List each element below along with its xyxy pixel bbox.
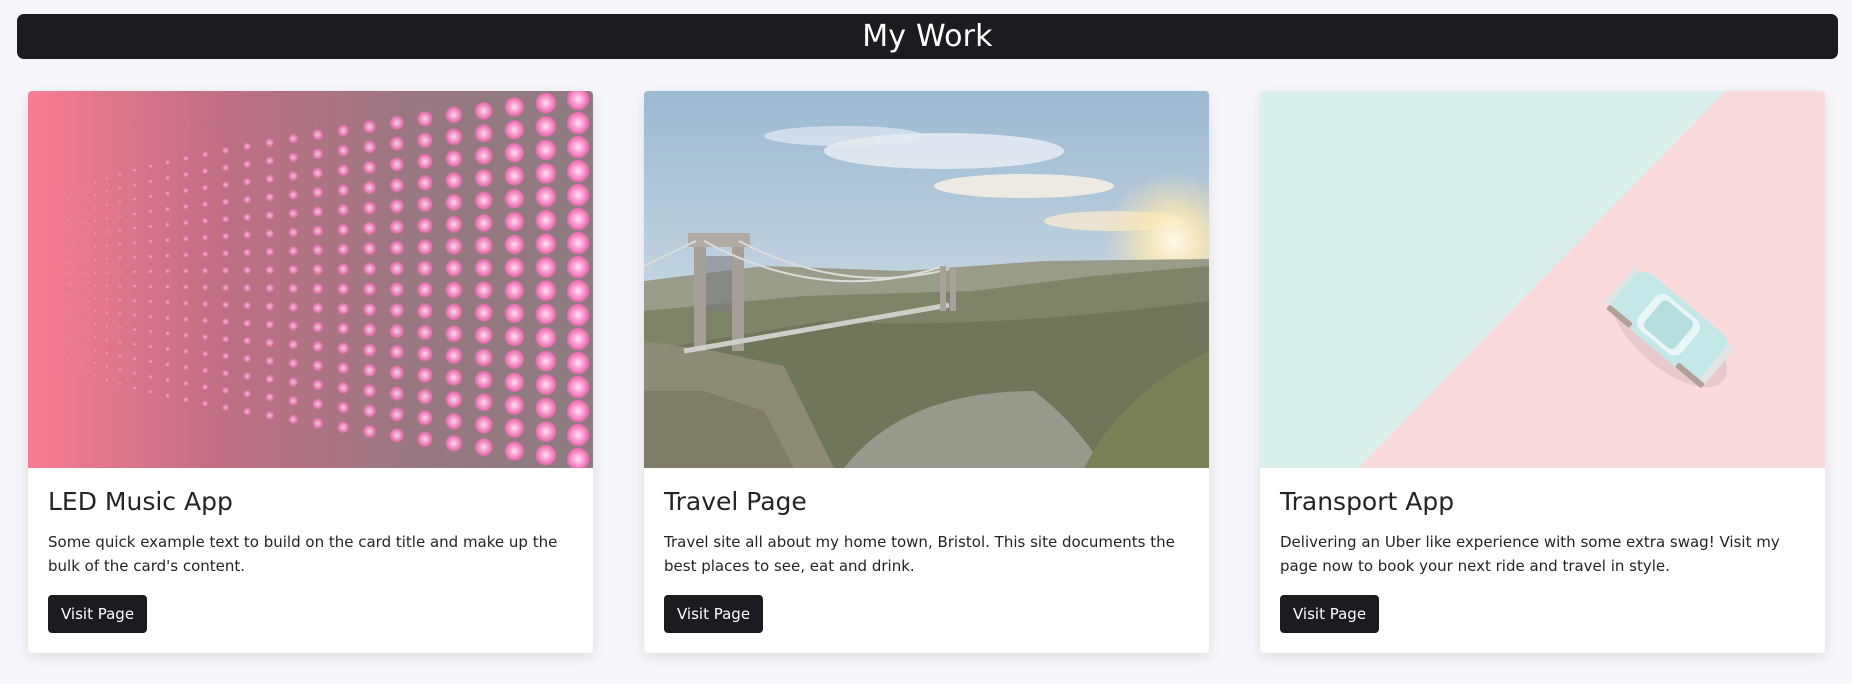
card-title: Travel Page xyxy=(664,487,807,516)
visit-page-button[interactable]: Visit Page xyxy=(1280,595,1380,633)
card-description: Some quick example text to build on the … xyxy=(48,533,558,575)
project-card-travel-page: Travel Page Travel site all about my hom… xyxy=(644,91,1209,653)
visit-page-button[interactable]: Visit Page xyxy=(664,595,764,633)
card-description: Delivering an Uber like experience with … xyxy=(1280,533,1780,575)
page-title: My Work xyxy=(862,19,993,54)
card-description: Travel site all about my home town, Bris… xyxy=(664,533,1175,575)
card-image-suspension-bridge xyxy=(644,91,1209,468)
page-header: My Work xyxy=(17,14,1838,59)
project-card-led-music-app: LED Music App Some quick example text to… xyxy=(28,91,593,653)
project-card-transport-app: Transport App Delivering an Uber like ex… xyxy=(1260,91,1825,653)
card-image-toy-car xyxy=(1260,91,1825,468)
card-title: Transport App xyxy=(1280,487,1455,516)
card-image-led-lights xyxy=(28,91,593,468)
card-title: LED Music App xyxy=(48,487,233,516)
visit-page-button[interactable]: Visit Page xyxy=(48,595,148,633)
